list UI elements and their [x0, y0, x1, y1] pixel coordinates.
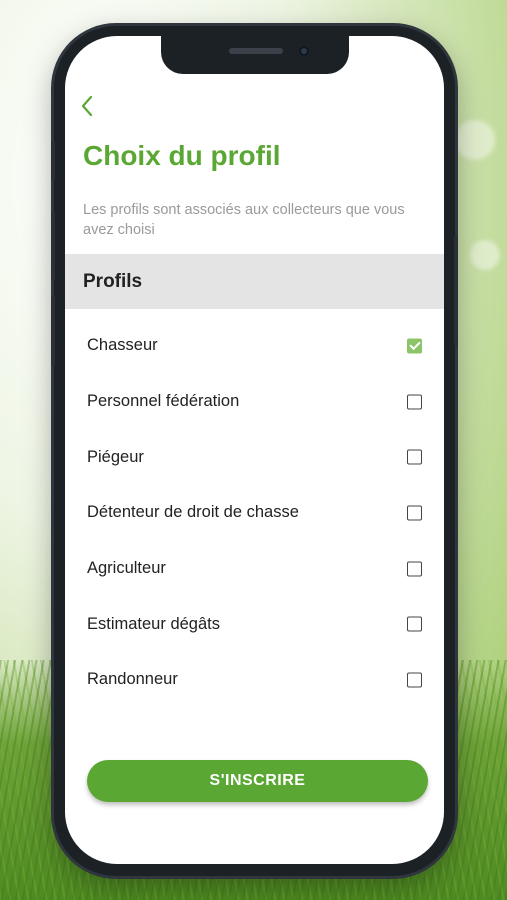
profile-list: Chasseur Personnel fédération Piégeur Dé… — [65, 318, 444, 708]
phone-frame: Choix du profil Les profils sont associé… — [51, 26, 458, 876]
profile-item[interactable]: Estimateur dégâts — [65, 596, 444, 652]
page-title: Choix du profil — [83, 140, 281, 171]
camera-icon — [299, 46, 309, 56]
profile-checkbox[interactable] — [407, 394, 422, 410]
profile-item[interactable]: Piégeur — [65, 429, 444, 485]
section-title: Profils — [83, 271, 143, 292]
phone-side-button — [51, 296, 55, 366]
profile-item[interactable]: Détenteur de droit de chasse — [65, 485, 444, 541]
profile-checkbox[interactable] — [407, 449, 422, 465]
profile-checkbox[interactable] — [407, 561, 422, 577]
chevron-left-icon — [81, 95, 93, 117]
back-chevron-icon[interactable] — [81, 94, 105, 122]
phone-side-button — [454, 236, 458, 346]
section-header: Profils — [65, 254, 444, 309]
app-screen: Choix du profil Les profils sont associé… — [65, 36, 444, 864]
profile-label: Agriculteur — [87, 559, 166, 578]
profile-checkbox[interactable] — [407, 616, 422, 632]
phone-side-button — [51, 211, 55, 281]
profile-label: Piégeur — [87, 447, 144, 466]
profile-label: Estimateur dégâts — [87, 614, 220, 633]
profile-item[interactable]: Personnel fédération — [65, 374, 444, 430]
background-bokeh — [470, 240, 500, 270]
register-button[interactable]: S'INSCRIRE — [87, 760, 428, 802]
profile-label: Personnel fédération — [87, 392, 240, 411]
profile-item[interactable]: Agriculteur — [65, 541, 444, 597]
profile-label: Randonneur — [87, 670, 178, 689]
page-subtitle: Les profils sont associés aux collecteur… — [83, 202, 405, 238]
profile-item[interactable]: Randonneur — [65, 652, 444, 708]
background-bokeh — [455, 120, 495, 160]
profile-label: Chasseur — [87, 336, 158, 355]
phone-side-button — [51, 141, 55, 181]
profile-checkbox[interactable] — [407, 672, 422, 688]
profile-item[interactable]: Chasseur — [65, 318, 444, 374]
phone-notch — [161, 36, 349, 74]
profile-label: Détenteur de droit de chasse — [87, 503, 299, 522]
profile-checkbox[interactable] — [407, 505, 422, 521]
speaker-grille — [229, 48, 283, 54]
profile-checkbox[interactable] — [407, 338, 422, 354]
